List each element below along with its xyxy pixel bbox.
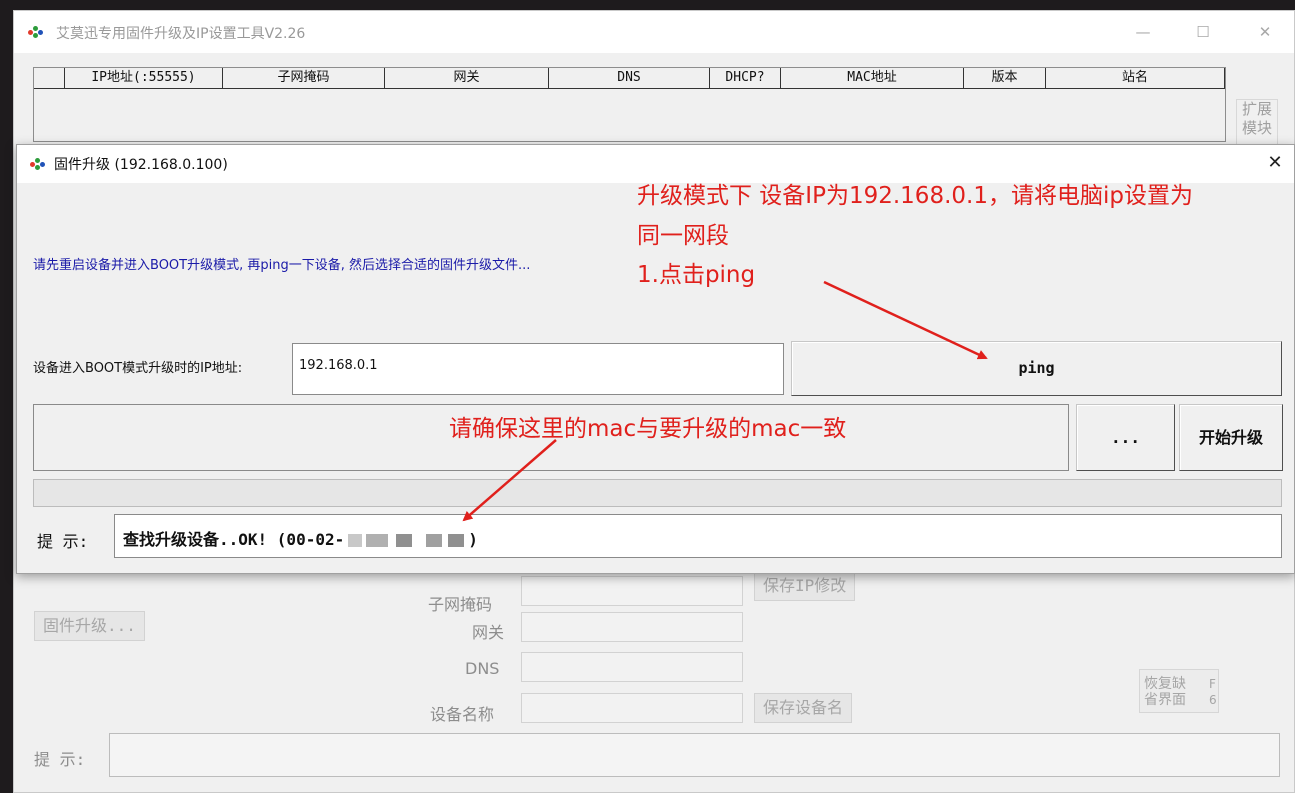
upgrade-progress-bar — [33, 479, 1282, 507]
app-icon — [30, 158, 46, 170]
dialog-hint-box: 查找升级设备..OK! (00-02-) — [114, 514, 1282, 558]
redacted-mac — [366, 534, 389, 547]
column-header[interactable] — [34, 68, 65, 89]
annotation-line-3: 1.点击ping — [637, 262, 756, 288]
device-name-field[interactable] — [521, 693, 743, 723]
redacted-mac — [396, 534, 413, 547]
f6-label: F 6 — [1209, 677, 1217, 707]
redacted-mac — [448, 534, 465, 547]
annotation-mac-note: 请确保这里的mac与要升级的mac一致 — [449, 416, 847, 442]
column-header-dns[interactable]: DNS — [549, 68, 710, 89]
main-title-bar: 艾莫迅专用固件升级及IP设置工具V2.26 — ☐ ✕ — [14, 11, 1294, 53]
maximize-button[interactable]: ☐ — [1180, 11, 1226, 53]
restore-defaults-button[interactable]: 恢复缺省界面 — [1139, 669, 1219, 713]
ping-button[interactable]: ping — [791, 341, 1282, 396]
minimize-button[interactable]: — — [1120, 11, 1166, 53]
restore-defaults-label: 恢复缺省界面 — [1144, 676, 1186, 708]
boot-ip-label: 设备进入BOOT模式升级时的IP地址: — [33, 361, 243, 376]
column-header-station[interactable]: 站名 — [1046, 68, 1225, 89]
dialog-close-button[interactable]: ✕ — [1260, 149, 1290, 177]
hint-status-text: 查找升级设备..OK! (00-02- — [123, 530, 345, 549]
column-header-mac[interactable]: MAC地址 — [781, 68, 964, 89]
dialog-hint-label: 提 示: — [37, 532, 89, 551]
save-device-name-button[interactable]: 保存设备名 — [754, 693, 853, 723]
main-hint-box — [109, 733, 1280, 777]
subnet-field[interactable] — [521, 576, 743, 606]
dns-label: DNS — [465, 659, 500, 678]
redacted-mac — [348, 534, 363, 547]
main-window-title: 艾莫迅专用固件升级及IP设置工具V2.26 — [56, 26, 306, 42]
instruction-text: 请先重启设备并进入BOOT升级模式, 再ping一下设备, 然后选择合适的固件升… — [33, 258, 531, 273]
firmware-upgrade-button[interactable]: 固件升级... — [34, 611, 145, 641]
device-list[interactable]: IP地址(:55555) 子网掩码 网关 DNS DHCP? MAC地址 版本 … — [33, 67, 1226, 142]
column-header-gateway[interactable]: 网关 — [385, 68, 549, 89]
column-header-ip[interactable]: IP地址(:55555) — [65, 68, 223, 89]
column-header-dhcp[interactable]: DHCP? — [710, 68, 781, 89]
browse-button[interactable]: ... — [1076, 404, 1175, 471]
column-header-subnet[interactable]: 子网掩码 — [223, 68, 385, 89]
redacted-mac — [426, 534, 443, 547]
subnet-label: 子网掩码 — [428, 595, 493, 614]
start-upgrade-button[interactable]: 开始升级 — [1179, 404, 1283, 471]
close-button[interactable]: ✕ — [1242, 11, 1288, 53]
boot-ip-input[interactable]: 192.168.0.1 — [292, 343, 784, 395]
app-icon — [28, 26, 44, 38]
dns-field[interactable] — [521, 652, 743, 682]
save-ip-button[interactable]: 保存IP修改 — [754, 571, 856, 601]
gateway-field[interactable] — [521, 612, 743, 642]
gateway-label: 网关 — [472, 623, 505, 642]
column-header-version[interactable]: 版本 — [964, 68, 1046, 89]
hint-status-suffix: ) — [468, 530, 478, 549]
annotation-line-1: 升级模式下 设备IP为192.168.0.1，请将电脑ip设置为 — [637, 183, 1193, 209]
device-name-label: 设备名称 — [430, 705, 495, 724]
main-hint-label: 提 示: — [34, 750, 86, 769]
dialog-title: 固件升级 (192.168.0.100) — [54, 157, 228, 173]
annotation-line-2: 同一网段 — [637, 223, 729, 249]
